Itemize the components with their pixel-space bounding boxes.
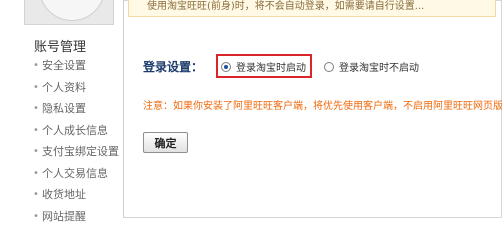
bullet-icon: • bbox=[33, 103, 39, 114]
sidebar-item-privacy[interactable]: • 隐私设置 bbox=[33, 101, 119, 123]
sidebar-item-reminder[interactable]: • 网站提醒 bbox=[33, 209, 119, 231]
avatar-image bbox=[39, 0, 105, 21]
sidebar: 账号管理 • 安全设置 • 个人资料 • 隐私设置 • 个人成长信息 • 支付宝绑定设置 … bbox=[0, 0, 123, 223]
bullet-icon: • bbox=[33, 167, 39, 179]
sidebar-item-label: 收货地址 bbox=[42, 188, 86, 201]
sidebar-item-label: 个人成长信息 bbox=[42, 123, 108, 137]
bullet-icon: • bbox=[33, 60, 39, 71]
radio-no-start-on-login[interactable]: 登录淘宝时不启动 bbox=[324, 59, 419, 74]
bullet-icon: • bbox=[33, 81, 39, 93]
sidebar-item-growth[interactable]: • 个人成长信息 bbox=[33, 123, 119, 145]
bullet-icon: • bbox=[33, 189, 39, 200]
confirm-button[interactable]: 确定 bbox=[143, 132, 188, 153]
bullet-icon: • bbox=[33, 210, 39, 222]
login-setting-label: 登录设置： bbox=[143, 60, 204, 74]
radio-checked-icon[interactable] bbox=[221, 61, 231, 72]
notice-text: 使用淘宝旺旺(前身)时，将不会自动登录，如需要请自行设置... bbox=[147, 1, 425, 12]
radio-unchecked-icon[interactable] bbox=[324, 61, 334, 72]
sidebar-item-label: 个人交易信息 bbox=[42, 166, 108, 180]
sidebar-item-label: 安全设置 bbox=[42, 59, 86, 72]
sidebar-item-security[interactable]: • 安全设置 bbox=[33, 58, 119, 80]
sidebar-menu: • 安全设置 • 个人资料 • 隐私设置 • 个人成长信息 • 支付宝绑定设置 • 个人交易… bbox=[33, 58, 119, 230]
sidebar-item-label: 个人资料 bbox=[42, 80, 86, 94]
sidebar-item-label: 支付宝绑定设置 bbox=[42, 145, 119, 158]
sidebar-item-profile[interactable]: • 个人资料 bbox=[33, 80, 119, 102]
radio-start-on-login-label: 登录淘宝时启动 bbox=[236, 63, 306, 74]
sidebar-item-trade-info[interactable]: • 个人交易信息 bbox=[33, 166, 119, 188]
sidebar-item-alipay[interactable]: • 支付宝绑定设置 bbox=[33, 144, 119, 166]
sidebar-item-address[interactable]: • 收货地址 bbox=[33, 187, 119, 209]
bullet-icon: • bbox=[33, 124, 39, 136]
notice-banner: 使用淘宝旺旺(前身)时，将不会自动登录，如需要请自行设置... bbox=[128, 0, 496, 17]
warning-note: 注意：如果你安装了阿里旺旺客户端，将优先使用客户端，不启用阿里旺旺网页版。 bbox=[143, 101, 502, 112]
sidebar-item-label: 网站提醒 bbox=[42, 209, 86, 223]
sidebar-section-title: 账号管理 bbox=[34, 40, 87, 55]
radio-no-start-on-login-label: 登录淘宝时不启动 bbox=[339, 63, 419, 74]
avatar[interactable] bbox=[24, 0, 114, 25]
radio-start-on-login[interactable]: 登录淘宝时启动 bbox=[221, 59, 306, 74]
sidebar-divider bbox=[123, 0, 124, 218]
sidebar-item-label: 隐私设置 bbox=[42, 102, 86, 115]
bullet-icon: • bbox=[33, 146, 39, 157]
